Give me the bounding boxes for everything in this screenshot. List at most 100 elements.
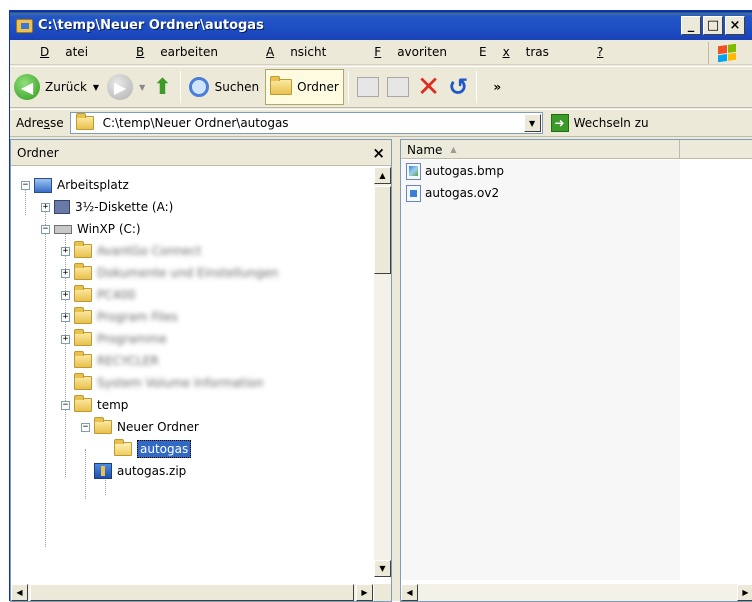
copy-to-button[interactable] (383, 69, 413, 105)
address-label: Adresse (16, 116, 64, 130)
folder-icon (74, 373, 92, 390)
title-bar[interactable]: C:\temp\Neuer Ordner\autogas _ □ × (10, 11, 752, 40)
window-title: C:\temp\Neuer Ordner\autogas (38, 18, 264, 33)
move-to-icon (356, 77, 379, 97)
menu-help[interactable]: ? (567, 45, 637, 59)
go-arrow-icon: ➜ (550, 114, 569, 132)
tree-item-autogas-zip[interactable]: autogas.zip (94, 460, 186, 482)
scroll-right-button[interactable]: ▶ (356, 584, 373, 601)
undo-button[interactable]: ↺ (444, 69, 472, 105)
expand-icon[interactable]: + (61, 290, 70, 300)
collapse-icon[interactable]: − (41, 224, 50, 234)
forward-button[interactable]: ▶ ▼ (103, 69, 149, 105)
file-item[interactable]: autogas.bmp (406, 161, 504, 181)
standard-toolbar: ◀ Zurück ▼ ▶ ▼ ⬆ Suchen Ordner ✕ ↺ » (10, 66, 752, 108)
expand-icon[interactable]: + (61, 312, 70, 322)
folders-pane-title: Ordner (17, 145, 59, 160)
address-bar: Adresse C:\temp\Neuer Ordner\autogas ▼ ➜… (10, 109, 752, 137)
tree-vertical-scrollbar[interactable]: ▲ ▼ (374, 167, 391, 577)
scroll-thumb[interactable] (374, 186, 391, 274)
tree-item-autogas-label: autogas (137, 440, 192, 458)
toolbar-separator (476, 71, 478, 103)
folder-icon (74, 307, 92, 324)
tree-item-folder[interactable]: + Program Files (61, 306, 178, 328)
maximize-button[interactable]: □ (703, 16, 723, 35)
search-label: Suchen (214, 80, 260, 94)
scroll-right-button[interactable]: ▶ (737, 584, 752, 601)
delete-icon: ✕ (416, 70, 441, 103)
forward-arrow-icon: ▶ (107, 74, 134, 100)
menu-bar: Datei Bearbeiten Ansicht Favoriten Ex tra… (10, 40, 752, 65)
column-header-empty[interactable] (680, 140, 752, 158)
tree-item-folder[interactable]: + Programme (61, 328, 167, 350)
folders-pane-header: Ordner × (11, 140, 391, 166)
expand-icon[interactable]: + (61, 246, 70, 256)
file-item[interactable]: autogas.ov2 (406, 183, 499, 203)
scroll-left-button[interactable]: ◀ (11, 584, 28, 601)
chevron-down-icon[interactable]: ▼ (139, 83, 145, 92)
collapse-icon[interactable]: − (21, 180, 30, 190)
address-dropdown-button[interactable]: ▼ (523, 114, 541, 132)
scroll-down-button[interactable]: ▼ (374, 560, 391, 577)
folders-pane-close-button[interactable]: × (372, 144, 385, 162)
more-buttons-chevron[interactable]: » (489, 69, 505, 105)
tree-item-diskette[interactable]: + 3½-Diskette (A:) (41, 196, 173, 218)
toolbar-separator (347, 71, 349, 103)
scroll-track[interactable] (420, 584, 740, 601)
search-icon (188, 77, 209, 97)
tree-item-folder[interactable]: + AvantGo Connect (61, 240, 201, 262)
search-button[interactable]: Suchen (185, 69, 263, 105)
copy-to-icon (386, 77, 409, 97)
tree-item-temp[interactable]: − temp (61, 394, 128, 416)
go-button[interactable]: ➜ Wechseln zu (550, 114, 649, 132)
scroll-up-button[interactable]: ▲ (374, 167, 391, 184)
chevron-down-icon[interactable]: ▼ (93, 83, 99, 92)
expand-icon[interactable]: + (61, 334, 70, 344)
address-input[interactable]: C:\temp\Neuer Ordner\autogas ▼ (69, 112, 543, 134)
menu-extras[interactable]: Ex tras (465, 45, 567, 59)
folder-icon (74, 329, 92, 346)
tree-item-autogas[interactable]: autogas (114, 438, 192, 460)
menu-bearbeiten[interactable]: Bearbeiten (106, 45, 236, 59)
zip-file-icon (94, 463, 112, 479)
scroll-left-button[interactable]: ◀ (401, 584, 418, 601)
tree-item-folder[interactable]: + PC400 (61, 284, 136, 306)
move-to-button[interactable] (353, 69, 383, 105)
folder-icon (74, 395, 92, 412)
menu-datei[interactable]: Datei (10, 45, 106, 59)
sort-ascending-icon: ▲ (450, 145, 457, 154)
tree-item-folder[interactable]: RECYCLER (74, 350, 159, 372)
minimize-button[interactable]: _ (681, 16, 701, 35)
folders-label: Ordner (297, 80, 339, 94)
file-list-pane: Name ▲ autogas.bmp autogas.ov2 ◀ ▶ (400, 139, 752, 602)
scroll-thumb[interactable] (30, 584, 354, 601)
back-button[interactable]: ◀ Zurück ▼ (10, 69, 103, 105)
collapse-icon[interactable]: − (81, 422, 90, 432)
tree-item-folder[interactable]: + Dokumente und Einstellungen (61, 262, 278, 284)
menu-favoriten[interactable]: Favoriten (344, 45, 465, 59)
column-header-name[interactable]: Name ▲ (401, 140, 680, 159)
folders-button[interactable]: Ordner (265, 69, 344, 105)
folder-icon (94, 417, 112, 434)
delete-button[interactable]: ✕ (413, 69, 444, 105)
tree-item-neuer-ordner[interactable]: − Neuer Ordner (81, 416, 199, 438)
back-label: Zurück (45, 80, 87, 94)
folder-icon (75, 113, 94, 130)
expand-icon[interactable]: + (61, 268, 70, 278)
menu-ansicht[interactable]: Ansicht (236, 45, 344, 59)
tree-item-winxp[interactable]: − WinXP (C:) (41, 218, 141, 240)
folder-tree: − Arbeitsplatz + 3½-Diskette (A:) − WinX… (11, 167, 373, 577)
tree-horizontal-scrollbar[interactable]: ◀ ▶ (11, 584, 373, 601)
folder-icon (74, 351, 92, 368)
tree-item-arbeitsplatz[interactable]: − Arbeitsplatz (21, 174, 129, 196)
document-file-icon (406, 184, 421, 202)
sorted-column-background (401, 160, 680, 580)
file-horizontal-scrollbar[interactable]: ◀ ▶ (401, 584, 752, 601)
collapse-icon[interactable]: − (61, 400, 70, 410)
back-arrow-icon: ◀ (14, 74, 40, 100)
expand-icon[interactable]: + (41, 202, 50, 212)
close-button[interactable]: × (725, 16, 745, 35)
tree-item-folder[interactable]: System Volume Information (74, 372, 263, 394)
folders-icon (270, 76, 293, 95)
up-button[interactable]: ⬆ (149, 69, 175, 105)
